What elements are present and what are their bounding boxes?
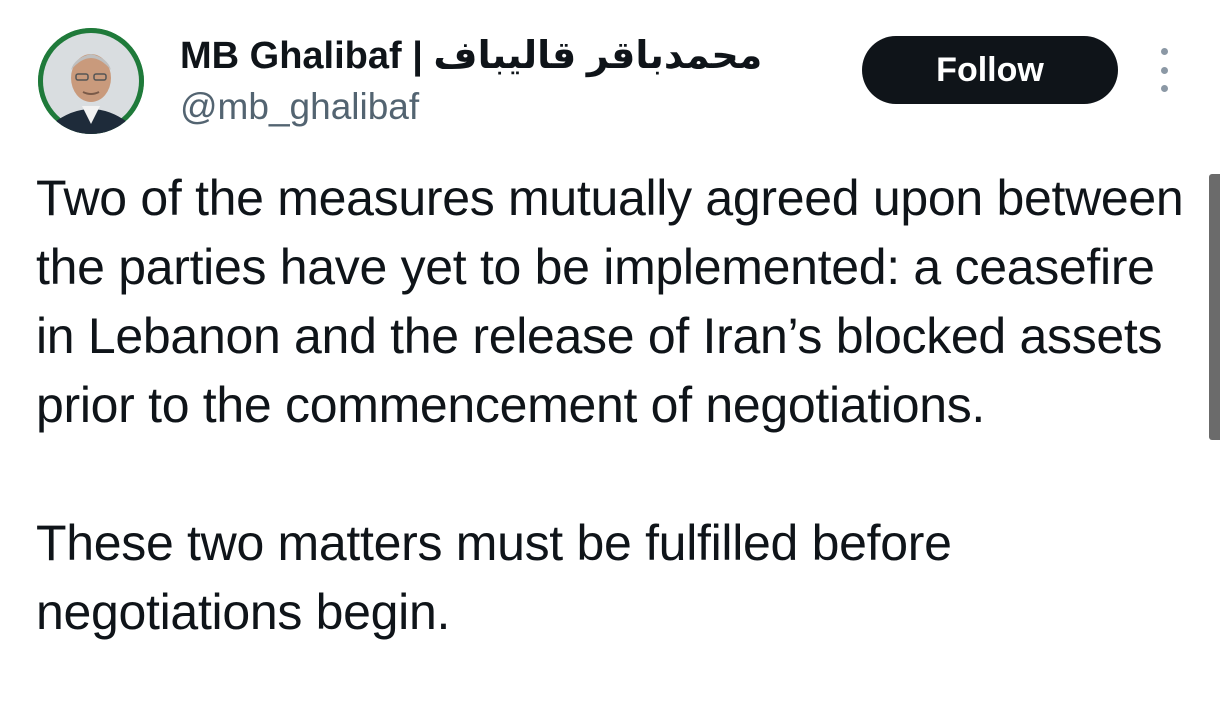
- dot-icon: [1160, 48, 1168, 55]
- dot-icon: [1160, 66, 1168, 74]
- avatar[interactable]: [38, 28, 144, 134]
- user-handle[interactable]: @mb_ghalibaf: [180, 84, 419, 130]
- follow-button[interactable]: Follow: [862, 36, 1118, 104]
- more-options-icon[interactable]: [1150, 48, 1178, 92]
- tweet-paragraph: These two matters must be fulfilled befo…: [36, 515, 952, 640]
- profile-photo-icon: [38, 28, 144, 134]
- tweet-paragraph: Two of the measures mutually agreed upon…: [36, 170, 1184, 433]
- dot-icon: [1160, 85, 1168, 92]
- tweet-text: Two of the measures mutually agreed upon…: [36, 164, 1186, 647]
- scrollbar[interactable]: [1209, 174, 1220, 440]
- display-name[interactable]: MB Ghalibaf | محمدباقر قالیباف: [180, 32, 762, 80]
- tweet-card: MB Ghalibaf | محمدباقر قالیباف @mb_ghali…: [0, 0, 1220, 728]
